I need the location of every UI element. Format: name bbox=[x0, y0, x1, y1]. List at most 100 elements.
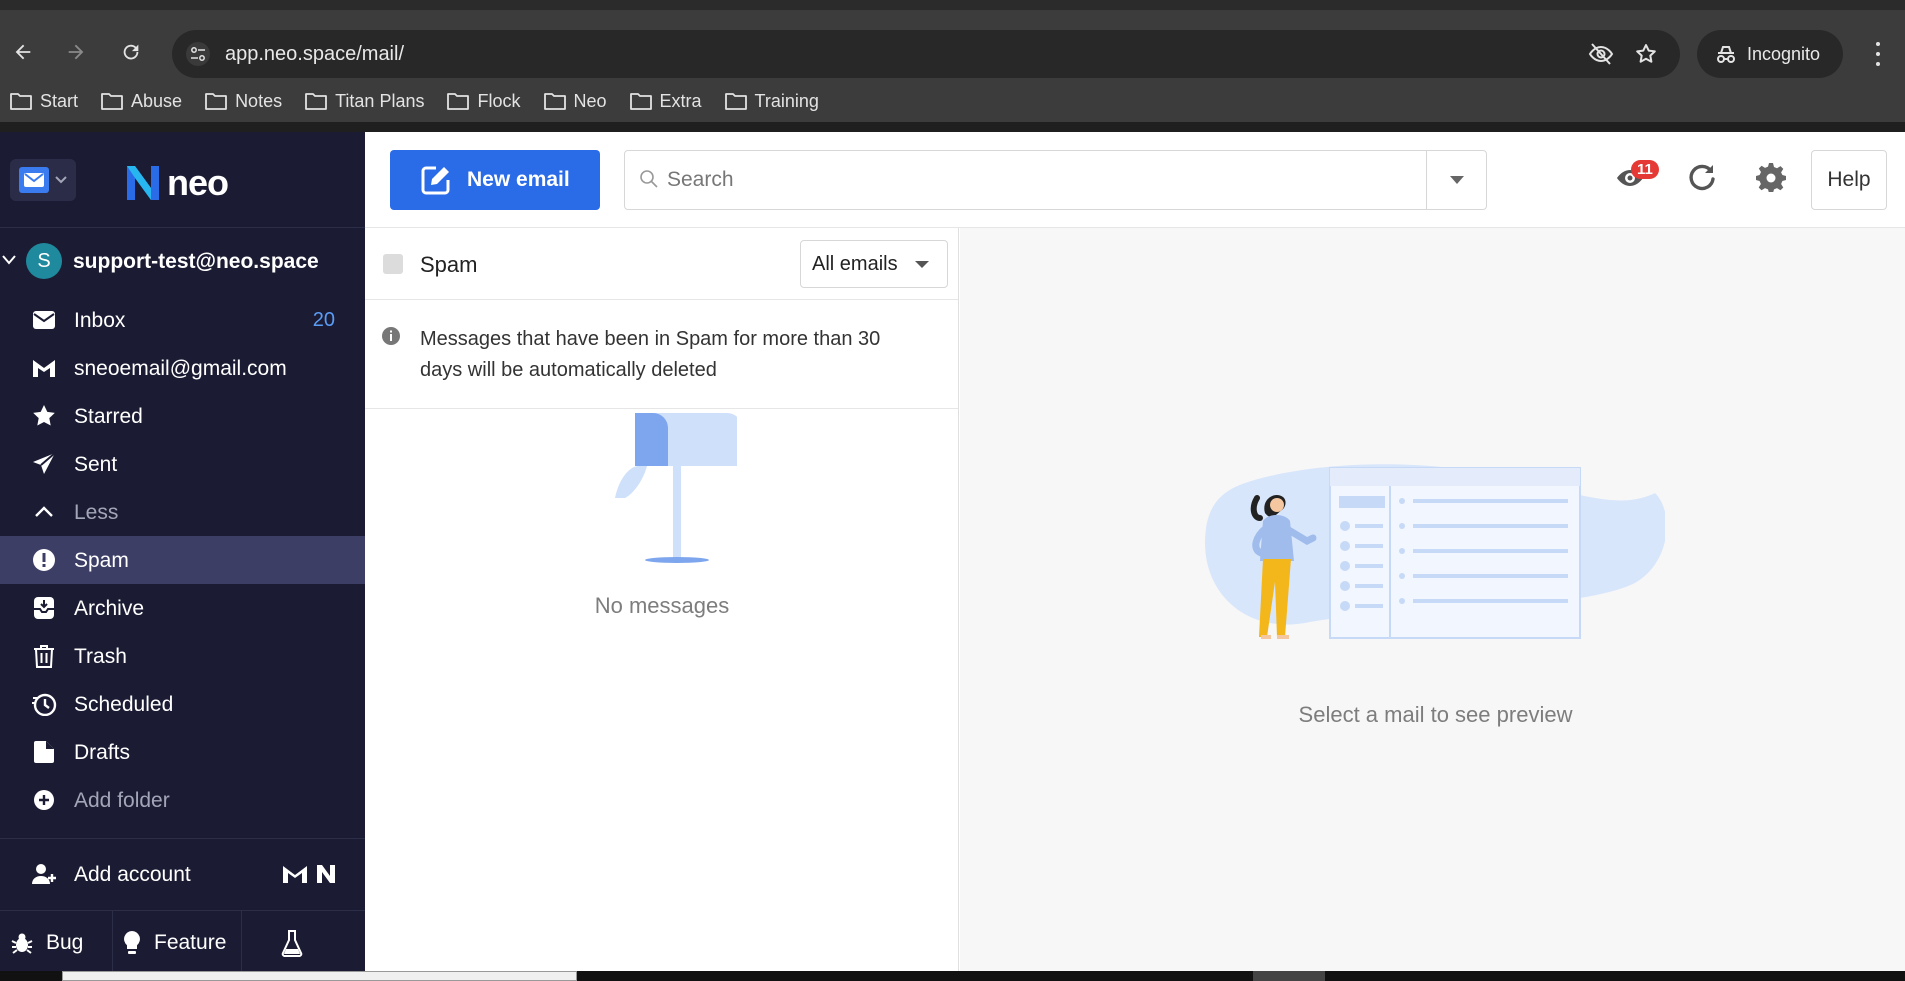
folder-icon bbox=[724, 93, 747, 110]
bookmark-item[interactable]: Start bbox=[10, 91, 78, 112]
labs-button[interactable] bbox=[242, 911, 342, 975]
arrow-right-icon bbox=[68, 44, 84, 60]
preview-empty-text: Select a mail to see preview bbox=[1298, 702, 1573, 727]
info-icon bbox=[381, 326, 401, 351]
folder-icon bbox=[10, 93, 32, 110]
refresh-button[interactable] bbox=[1687, 162, 1717, 197]
new-email-button[interactable]: New email bbox=[390, 150, 600, 210]
bookmark-item[interactable]: Training bbox=[724, 91, 819, 112]
sidebar-item-sent[interactable]: Sent bbox=[0, 440, 365, 488]
sidebar-item-label: Spam bbox=[74, 549, 129, 572]
search-input[interactable] bbox=[667, 161, 1407, 199]
taskbar-window[interactable] bbox=[62, 971, 577, 981]
sidebar-item-label: Trash bbox=[74, 645, 127, 668]
incognito-label: Incognito bbox=[1747, 43, 1821, 64]
reload-button[interactable] bbox=[117, 38, 145, 66]
sidebar-item-trash[interactable]: Trash bbox=[0, 632, 365, 680]
sidebar-item-label: Starred bbox=[74, 405, 143, 428]
sidebar-item-label: Archive bbox=[74, 597, 145, 620]
browser-toolbar: app.neo.space/mail/ Incognito bbox=[0, 10, 1905, 90]
bookmark-label: Notes bbox=[235, 90, 283, 111]
select-all-checkbox[interactable] bbox=[383, 254, 403, 274]
preview-pane: Select a mail to see preview bbox=[960, 228, 1905, 971]
url-text[interactable]: app.neo.space/mail/ bbox=[225, 43, 404, 66]
flask-icon bbox=[281, 930, 303, 957]
bookmark-star-icon[interactable] bbox=[1634, 42, 1658, 71]
sidebar-item-spam[interactable]: Spam bbox=[0, 536, 365, 584]
bookmark-label: Start bbox=[40, 90, 79, 111]
add-folder-button[interactable]: Add folder bbox=[0, 776, 365, 824]
caret-down-icon bbox=[914, 260, 929, 268]
neo-mail-app: neo S support-test@neo.space Inbox 20 sneo… bbox=[0, 132, 1905, 975]
spam-notice-text: Messages that have been in Spam for more… bbox=[420, 328, 881, 381]
bookmark-item[interactable]: Extra bbox=[629, 91, 702, 112]
taskbar-item[interactable] bbox=[1253, 971, 1325, 981]
address-bar[interactable]: app.neo.space/mail/ bbox=[172, 30, 1680, 78]
browser-menu-icon[interactable] bbox=[1868, 40, 1888, 68]
feature-request-button[interactable]: Feature bbox=[113, 911, 242, 975]
tab-strip bbox=[0, 0, 1905, 10]
draft-icon bbox=[31, 740, 57, 764]
settings-button[interactable] bbox=[1756, 162, 1786, 197]
bookmark-label: Titan Plans bbox=[335, 90, 425, 111]
bug-label: Bug bbox=[46, 931, 84, 954]
folder-icon bbox=[305, 93, 327, 110]
site-info-icon[interactable] bbox=[186, 42, 210, 66]
neo-logo: neo bbox=[125, 162, 229, 204]
clock-icon bbox=[31, 692, 57, 716]
neo-logo-icon bbox=[127, 166, 159, 200]
mailbox-illustration bbox=[615, 413, 742, 563]
bookmark-item[interactable]: Titan Plans bbox=[305, 91, 424, 112]
eye-off-icon[interactable] bbox=[1588, 42, 1614, 71]
sidebar-item-label: Add folder bbox=[74, 789, 170, 812]
search-options-button[interactable] bbox=[1426, 151, 1486, 209]
bookmark-label: Neo bbox=[573, 90, 607, 111]
neo-account-icon[interactable] bbox=[316, 864, 336, 890]
taskbar bbox=[0, 971, 1905, 981]
bookmark-item[interactable]: Abuse bbox=[101, 91, 182, 112]
gmail-icon bbox=[31, 356, 57, 380]
incognito-indicator[interactable]: Incognito bbox=[1697, 30, 1843, 78]
bookmark-item[interactable]: Flock bbox=[447, 91, 521, 112]
filter-dropdown[interactable]: All emails bbox=[800, 240, 948, 288]
folder-icon bbox=[101, 93, 123, 110]
bug-icon bbox=[11, 933, 33, 954]
star-icon bbox=[31, 404, 57, 428]
app-switcher[interactable] bbox=[10, 159, 76, 201]
sidebar-item-starred[interactable]: Starred bbox=[0, 392, 365, 440]
sidebar-item-label: Scheduled bbox=[74, 693, 174, 716]
bug-report-button[interactable]: Bug bbox=[0, 911, 113, 975]
list-toolbar: Spam All emails bbox=[365, 228, 958, 300]
filter-label: All emails bbox=[812, 252, 898, 275]
search-bar[interactable] bbox=[624, 150, 1487, 210]
forward-button[interactable] bbox=[62, 38, 90, 66]
sidebar-item-label: Less bbox=[74, 501, 119, 524]
help-button[interactable]: Help bbox=[1811, 150, 1887, 210]
add-account-button[interactable]: Add account bbox=[0, 839, 365, 911]
sidebar: neo S support-test@neo.space Inbox 20 sneo… bbox=[0, 132, 365, 975]
feedback-bar: Bug Feature bbox=[0, 911, 365, 975]
bookmark-item[interactable]: Notes bbox=[205, 91, 282, 112]
feature-label: Feature bbox=[154, 931, 227, 954]
chevron-up-icon bbox=[31, 500, 57, 524]
back-button[interactable] bbox=[9, 38, 37, 66]
sidebar-item-archive[interactable]: Archive bbox=[0, 584, 365, 632]
account-email: support-test@neo.space bbox=[73, 250, 319, 273]
plus-circle-icon bbox=[31, 788, 57, 812]
gmail-icon[interactable] bbox=[282, 864, 308, 890]
lightbulb-icon bbox=[124, 931, 140, 954]
sidebar-item-scheduled[interactable]: Scheduled bbox=[0, 680, 365, 728]
sidebar-item-sneoemail-gmail-com[interactable]: sneoemail@gmail.com bbox=[0, 344, 365, 392]
folder-icon bbox=[543, 93, 566, 110]
sidebar-item-inbox[interactable]: Inbox 20 bbox=[0, 296, 365, 344]
incognito-icon bbox=[1717, 46, 1735, 63]
sidebar-item-drafts[interactable]: Drafts bbox=[0, 728, 365, 776]
new-email-label: New email bbox=[467, 168, 570, 191]
spam-notice: Messages that have been in Spam for more… bbox=[365, 300, 958, 409]
chevron-down-icon[interactable] bbox=[2, 252, 16, 270]
sidebar-item-label: Drafts bbox=[74, 741, 131, 764]
add-account-label: Add account bbox=[74, 863, 191, 886]
bookmark-item[interactable]: Neo bbox=[543, 90, 607, 112]
account-row[interactable]: S support-test@neo.space bbox=[0, 228, 365, 296]
show-less-toggle[interactable]: Less bbox=[0, 488, 365, 536]
